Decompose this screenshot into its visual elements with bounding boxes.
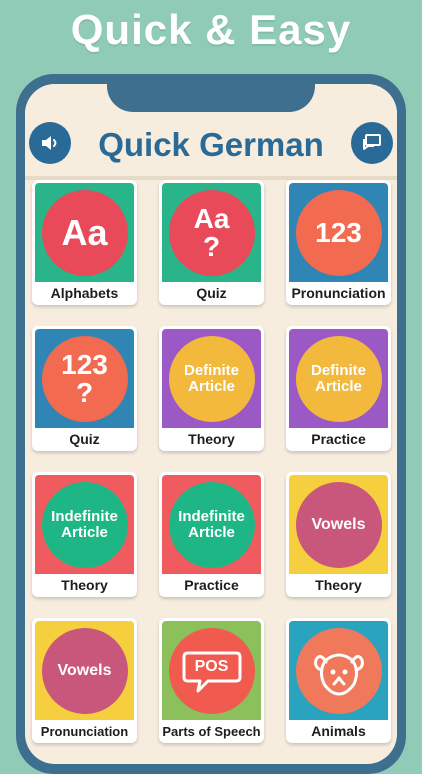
feedback-button[interactable]	[351, 122, 393, 164]
indefinite-article-icon: Indefinite Article	[41, 481, 128, 568]
card-definite-practice[interactable]: Definite Article Practice	[286, 326, 391, 451]
card-label: Parts of Speech	[162, 724, 261, 739]
card-image: Aa	[35, 183, 134, 282]
card-label: Theory	[315, 577, 362, 593]
app-title: Quick German	[98, 126, 324, 163]
icon-text: 123	[61, 348, 108, 380]
card-pronunciation[interactable]: 123 Pronunciation	[286, 180, 391, 305]
icon-subtext: ?	[202, 230, 221, 262]
card-image: 123	[289, 183, 388, 282]
card-image	[289, 621, 388, 720]
icon-text: Definite	[310, 361, 366, 379]
pos-icon: POS	[168, 627, 255, 714]
icon-text: Vowels	[311, 515, 366, 533]
definite-article-icon: Definite Article	[168, 335, 255, 422]
alphabet-icon: Aa	[41, 189, 128, 276]
definite-article-icon: Definite Article	[295, 335, 382, 422]
card-label: Practice	[311, 431, 366, 447]
icon-text: Aa	[61, 211, 108, 253]
card-label: Pronunciation	[291, 285, 386, 301]
card-vowels-pronunciation[interactable]: Vowels Pronunciation	[32, 618, 137, 743]
card-image: Vowels	[289, 475, 388, 574]
icon-subtext: Article	[315, 377, 362, 395]
card-image: Indefinite Article	[35, 475, 134, 574]
card-label: Theory	[61, 577, 108, 593]
icon-text: Definite	[183, 361, 239, 379]
card-vowels-theory[interactable]: Vowels Theory	[286, 472, 391, 597]
card-image: Aa ?	[162, 183, 261, 282]
icon-text: Vowels	[57, 661, 112, 679]
card-image: Definite Article	[162, 329, 261, 428]
card-image: Indefinite Article	[162, 475, 261, 574]
card-label: Animals	[311, 723, 366, 739]
card-label: Practice	[184, 577, 239, 593]
card-indefinite-theory[interactable]: Indefinite Article Theory	[32, 472, 137, 597]
card-label: Theory	[188, 431, 235, 447]
indefinite-article-icon: Indefinite Article	[168, 481, 255, 568]
icon-subtext: Article	[188, 523, 235, 541]
icon-subtext: Article	[188, 377, 235, 395]
card-label: Quiz	[69, 431, 100, 447]
card-alphabet-quiz[interactable]: Aa ? Quiz	[159, 180, 264, 305]
card-animals[interactable]: Animals	[286, 618, 391, 743]
vowels-icon: Vowels	[295, 481, 382, 568]
card-label: Pronunciation	[40, 724, 129, 739]
card-image: Vowels	[35, 621, 134, 720]
card-label: Quiz	[196, 285, 227, 301]
icon-text: Aa	[193, 202, 230, 234]
alphabet-quiz-icon: Aa ?	[168, 189, 255, 276]
headline: Quick & Easy	[70, 6, 352, 53]
animal-icon	[295, 627, 382, 714]
icon-subtext: ?	[75, 376, 94, 408]
numbers-icon: 123	[295, 189, 382, 276]
card-definite-theory[interactable]: Definite Article Theory	[159, 326, 264, 451]
chat-icon	[363, 134, 381, 150]
dog-face-icon	[313, 653, 364, 695]
card-numbers-quiz[interactable]: 123 ? Quiz	[32, 326, 137, 451]
icon-text: 123	[315, 216, 362, 248]
numbers-quiz-icon: 123 ?	[41, 335, 128, 422]
card-indefinite-practice[interactable]: Indefinite Article Practice	[159, 472, 264, 597]
card-image: POS	[162, 621, 261, 720]
app-screen: Quick German Aa Alphabets Aa ? Quiz 123 …	[25, 84, 397, 764]
icon-text: Indefinite	[178, 507, 245, 525]
icon-subtext: Article	[61, 523, 108, 541]
card-label: Alphabets	[50, 285, 119, 301]
icon-text: Indefinite	[51, 507, 118, 525]
phone-notch	[107, 74, 315, 112]
vowels-icon: Vowels	[41, 627, 128, 714]
card-image: Definite Article	[289, 329, 388, 428]
card-parts-of-speech[interactable]: POS Parts of Speech	[159, 618, 264, 743]
icon-text: POS	[194, 657, 229, 675]
card-alphabets[interactable]: Aa Alphabets	[32, 180, 137, 305]
card-image: 123 ?	[35, 329, 134, 428]
